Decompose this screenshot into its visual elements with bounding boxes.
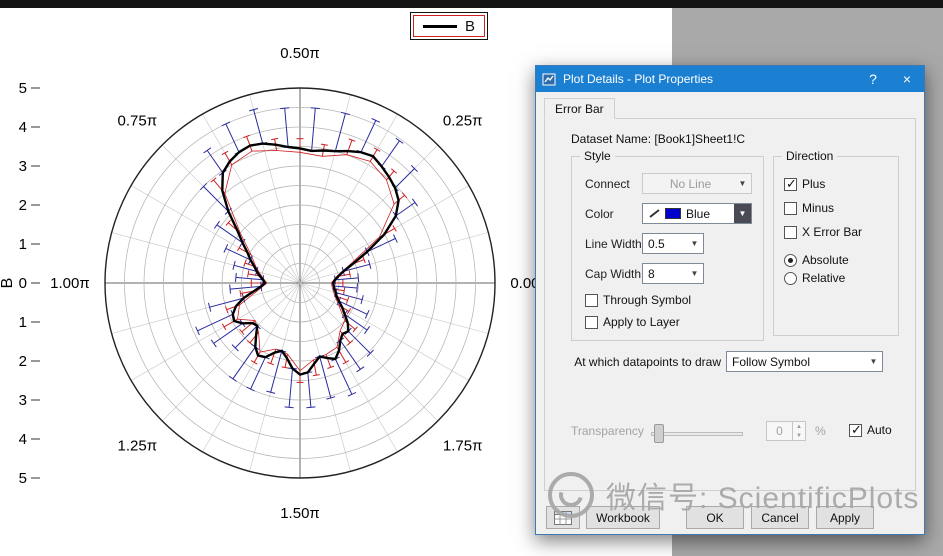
color-swatch (665, 208, 681, 219)
svg-text:1.50π: 1.50π (280, 505, 320, 522)
x-error-bar-checkbox[interactable]: X Error Bar (784, 225, 862, 239)
plus-label: Plus (802, 177, 825, 191)
svg-text:B: B (0, 278, 16, 289)
line-width-label: Line Width (585, 237, 642, 251)
absolute-label: Absolute (802, 253, 849, 267)
svg-text:0: 0 (19, 275, 27, 292)
svg-text:1.00π: 1.00π (50, 275, 90, 292)
checkbox-icon (585, 316, 598, 329)
style-group: Style Connect No Line ▼ Color Blue ▼ Lin… (571, 156, 764, 341)
datapoints-label: At which datapoints to draw (571, 355, 721, 369)
chevron-down-icon: ▼ (686, 234, 703, 253)
absolute-radio[interactable]: Absolute (784, 253, 849, 267)
line-width-value: 0.5 (648, 237, 665, 251)
auto-checkbox[interactable]: Auto (849, 423, 892, 437)
checkbox-icon (585, 294, 598, 307)
watermark-logo-icon (548, 472, 594, 518)
connect-select[interactable]: No Line ▼ (642, 173, 752, 194)
legend-line-sample (423, 25, 457, 28)
relative-label: Relative (802, 271, 845, 285)
pen-icon (648, 208, 661, 219)
spin-up-icon[interactable]: ▲ (793, 422, 805, 431)
x-error-bar-label: X Error Bar (802, 225, 862, 239)
color-value: Blue (686, 207, 710, 221)
legend[interactable]: B (410, 12, 488, 40)
checkbox-icon (784, 202, 797, 215)
minus-checkbox[interactable]: Minus (784, 201, 834, 215)
legend-label: B (465, 18, 475, 35)
dialog-title: Plot Details - Plot Properties (563, 72, 856, 86)
datapoints-value: Follow Symbol (732, 355, 810, 369)
apply-to-layer-checkbox[interactable]: Apply to Layer (585, 315, 680, 329)
plus-checkbox[interactable]: Plus (784, 177, 825, 191)
color-label: Color (585, 207, 614, 221)
transparency-value: 0 (767, 422, 792, 440)
chevron-down-icon: ▼ (734, 204, 751, 223)
cap-width-select[interactable]: 8 ▼ (642, 263, 704, 284)
checkbox-checked-icon (784, 178, 797, 191)
svg-text:3: 3 (19, 392, 27, 409)
connect-value: No Line (648, 177, 733, 191)
svg-text:2: 2 (19, 353, 27, 370)
checkbox-icon (784, 226, 797, 239)
svg-text:5: 5 (19, 470, 27, 487)
svg-text:1.25π: 1.25π (118, 438, 158, 455)
svg-text:0.25π: 0.25π (443, 112, 483, 129)
watermark-text: 微信号: ScientificPlots (606, 473, 919, 517)
top-bar (0, 0, 943, 8)
help-button[interactable]: ? (856, 66, 890, 92)
connect-label: Connect (585, 177, 630, 191)
chevron-down-icon: ▼ (686, 264, 703, 283)
color-select[interactable]: Blue ▼ (642, 203, 752, 224)
svg-text:1.75π: 1.75π (443, 438, 483, 455)
radio-selected-icon (784, 254, 797, 267)
chevron-down-icon: ▼ (865, 352, 882, 371)
transparency-label: Transparency (571, 424, 644, 438)
auto-label: Auto (867, 423, 892, 437)
relative-radio[interactable]: Relative (784, 271, 845, 285)
svg-text:5: 5 (19, 80, 27, 97)
plot-details-dialog: Plot Details - Plot Properties ? × Error… (535, 65, 925, 535)
apply-to-layer-label: Apply to Layer (603, 315, 680, 329)
style-group-title: Style (580, 149, 615, 163)
transparency-spinner[interactable]: 0 ▲ ▼ (766, 421, 806, 441)
close-button[interactable]: × (890, 66, 924, 92)
percent-label: % (815, 424, 826, 438)
line-width-select[interactable]: 0.5 ▼ (642, 233, 704, 254)
direction-group: Direction Plus Minus X Error Bar Absolut… (773, 156, 899, 336)
svg-text:4: 4 (19, 119, 27, 136)
dataset-name: Dataset Name: [Book1]Sheet1!C (571, 132, 745, 146)
svg-text:3: 3 (19, 158, 27, 175)
svg-text:0.75π: 0.75π (118, 112, 158, 129)
dialog-title-bar[interactable]: Plot Details - Plot Properties ? × (536, 66, 924, 92)
cap-width-value: 8 (648, 267, 655, 281)
svg-text:1: 1 (19, 314, 27, 331)
svg-text:1: 1 (19, 236, 27, 253)
through-symbol-checkbox[interactable]: Through Symbol (585, 293, 691, 307)
minus-label: Minus (802, 201, 834, 215)
transparency-slider-track[interactable] (651, 432, 743, 436)
chevron-down-icon: ▼ (734, 174, 751, 193)
svg-text:2: 2 (19, 197, 27, 214)
tab-error-bar[interactable]: Error Bar (544, 98, 615, 119)
through-symbol-label: Through Symbol (603, 293, 691, 307)
svg-text:0.50π: 0.50π (280, 45, 320, 62)
radio-icon (784, 272, 797, 285)
spin-down-icon[interactable]: ▼ (793, 431, 805, 440)
direction-group-title: Direction (782, 149, 837, 163)
cap-width-label: Cap Width (585, 267, 641, 281)
transparency-slider-handle[interactable] (654, 424, 664, 443)
watermark: 微信号: ScientificPlots (548, 472, 919, 518)
datapoints-select[interactable]: Follow Symbol ▼ (726, 351, 883, 372)
screen: 0.00π0.25π0.50π0.75π1.00π1.25π1.50π1.75π… (0, 0, 943, 556)
dialog-icon (542, 73, 556, 86)
checkbox-checked-icon (849, 424, 862, 437)
svg-text:4: 4 (19, 431, 27, 448)
